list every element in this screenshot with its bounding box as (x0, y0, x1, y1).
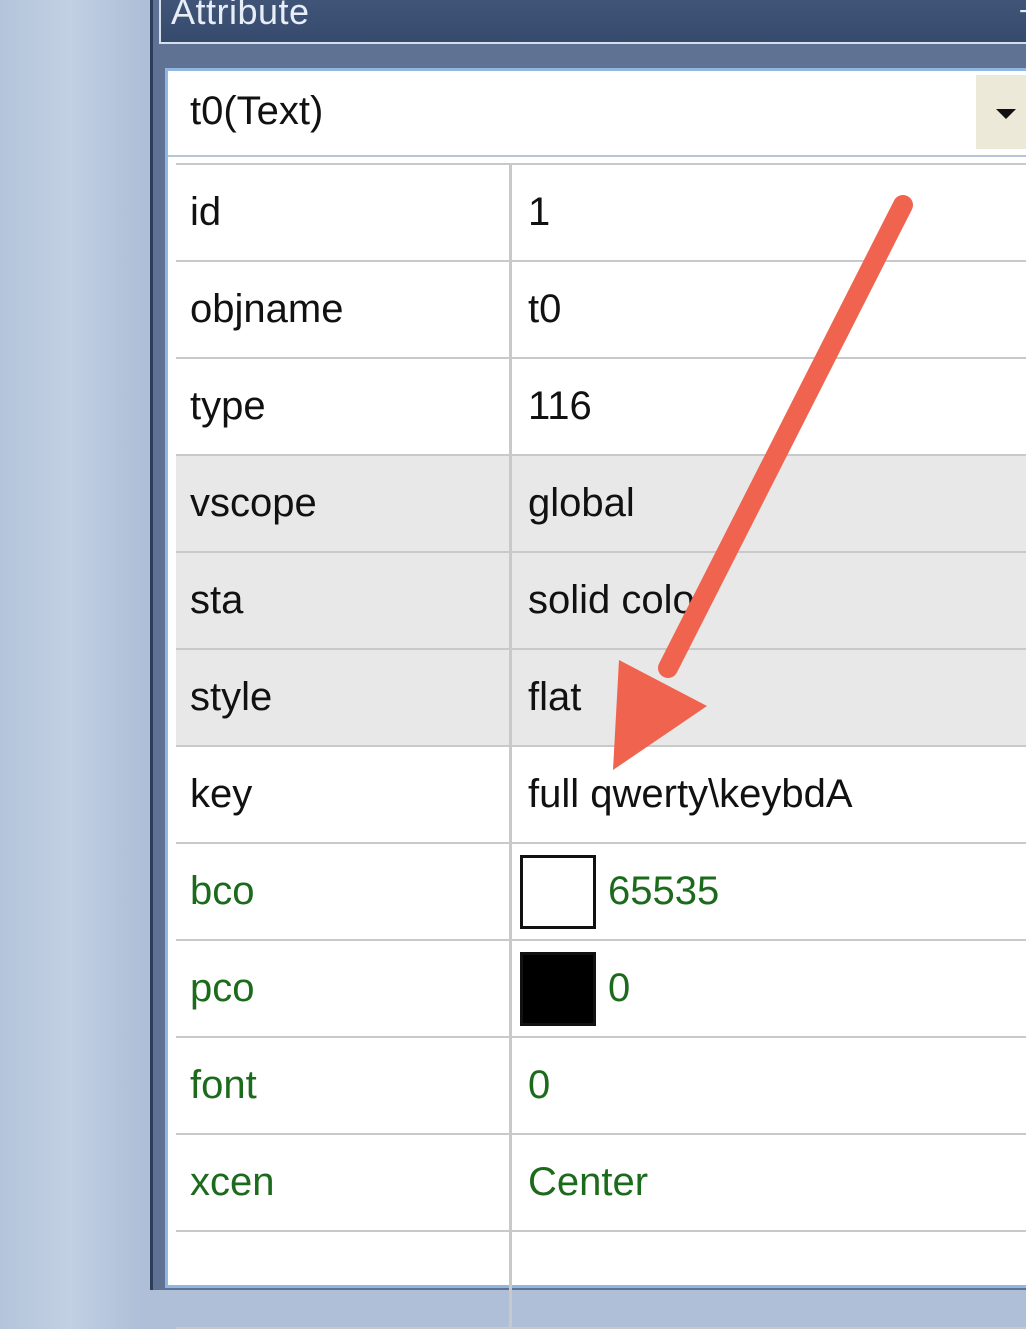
chevron-down-icon (996, 109, 1016, 119)
attribute-key: pco (176, 941, 512, 1036)
panel-title: Attribute (171, 0, 310, 32)
attribute-value[interactable]: 0 (512, 941, 1026, 1036)
attribute-key: key (176, 747, 512, 842)
attribute-row[interactable]: id 1 (176, 165, 1026, 262)
object-selector-value: t0(Text) (190, 89, 324, 133)
attribute-value[interactable]: 116 (512, 359, 1026, 454)
attribute-value-text: global (528, 481, 635, 525)
attribute-row[interactable]: font 0 (176, 1038, 1026, 1135)
attribute-row[interactable]: pco 0 (176, 941, 1026, 1038)
attribute-value-text: 0 (608, 966, 631, 1010)
attribute-row[interactable]: sta solid color (176, 553, 1026, 650)
panel-title-bar: Attribute ⊣ (159, 0, 1026, 44)
pin-icon[interactable]: ⊣ (1017, 0, 1026, 32)
attribute-key: objname (176, 262, 512, 357)
attribute-key: vscope (176, 456, 512, 551)
attribute-key: id (176, 165, 512, 260)
attribute-row[interactable]: style flat (176, 650, 1026, 747)
attribute-panel: Attribute ⊣ t0(Text) id 1 objname t0 type 116… (150, 0, 1026, 1329)
attribute-key: style (176, 650, 512, 745)
attribute-row[interactable]: type 116 (176, 359, 1026, 456)
attribute-value[interactable]: 0 (512, 1038, 1026, 1133)
attribute-row[interactable]: bco 65535 (176, 844, 1026, 941)
attribute-value[interactable]: global (512, 456, 1026, 551)
color-swatch[interactable] (520, 854, 596, 929)
color-swatch[interactable] (520, 951, 596, 1026)
attribute-row[interactable]: vscope global (176, 456, 1026, 553)
attribute-value-text: full qwerty\keybdA (528, 772, 853, 816)
attribute-value-text: 65535 (608, 869, 720, 913)
attribute-value[interactable]: 1 (512, 165, 1026, 260)
attribute-key: xcen (176, 1135, 512, 1230)
attribute-value-text: 1 (528, 190, 551, 234)
attribute-value[interactable]: t0 (512, 262, 1026, 357)
attribute-value-text: Center (528, 1160, 649, 1204)
attribute-panel-body: t0(Text) id 1 objname t0 type 116 vscope global… (165, 68, 1026, 1329)
attribute-value-text: solid color (528, 578, 709, 622)
attribute-key: sta (176, 553, 512, 648)
attribute-value[interactable]: full qwerty\keybdA (512, 747, 1026, 842)
attribute-value[interactable]: flat (512, 650, 1026, 745)
dropdown-button[interactable] (976, 75, 1026, 149)
attribute-value[interactable]: Center (512, 1135, 1026, 1230)
attribute-row[interactable]: objname t0 (176, 262, 1026, 359)
attribute-row[interactable]: key full qwerty\keybdA (176, 747, 1026, 844)
attribute-row[interactable]: xcen Center (176, 1135, 1026, 1232)
attribute-value-text: 0 (528, 1063, 551, 1107)
attribute-value[interactable]: solid color (512, 553, 1026, 648)
attribute-key: bco (176, 844, 512, 939)
attribute-grid: id 1 objname t0 type 116 vscope global sta solid … (176, 163, 1026, 1329)
attribute-value-text: flat (528, 675, 582, 719)
attribute-value-text: 116 (528, 384, 592, 428)
attribute-key: type (176, 359, 512, 454)
attribute-row[interactable] (176, 1232, 1026, 1329)
object-selector[interactable]: t0(Text) (168, 71, 1026, 157)
attribute-key: font (176, 1038, 512, 1133)
workspace-background (0, 0, 150, 1280)
attribute-value[interactable]: 65535 (512, 844, 1026, 939)
attribute-value-text: t0 (528, 287, 562, 331)
